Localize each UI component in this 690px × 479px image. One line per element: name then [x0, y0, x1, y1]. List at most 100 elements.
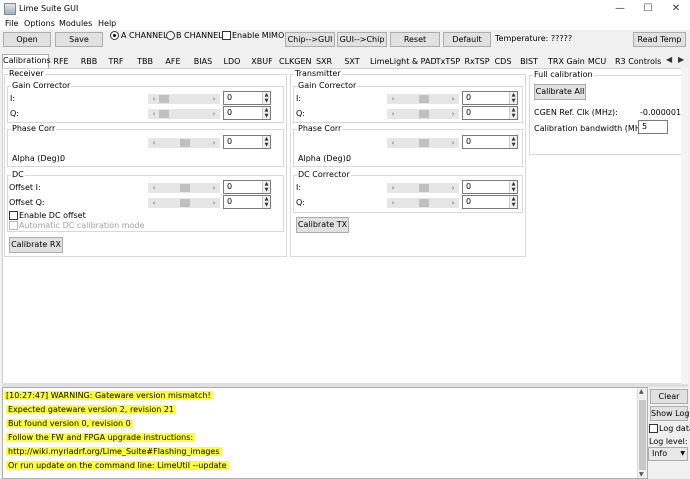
slider-thumb[interactable]	[159, 110, 169, 118]
enable-dc-offset-checkbox[interactable]	[9, 211, 18, 220]
slider-thumb[interactable]	[159, 95, 169, 103]
rx-offset-i-spinbox[interactable]: 0 ▲ ▼	[223, 180, 271, 194]
enable-mimo-checkbox[interactable]	[222, 31, 231, 40]
spin-down-icon[interactable]: ▼	[262, 187, 270, 193]
auto-dc-calibration-checkbox[interactable]	[9, 221, 18, 230]
tab-sxr[interactable]: SXR	[312, 55, 336, 68]
slider-thumb[interactable]	[180, 184, 190, 192]
slider-left-icon[interactable]: ‹	[388, 109, 398, 119]
close-button[interactable]: ✕	[662, 0, 690, 18]
gui-to-chip-button[interactable]: GUI-->Chip	[337, 32, 387, 47]
reset-button[interactable]: Reset	[390, 32, 440, 47]
read-temp-button[interactable]: Read Temp	[633, 32, 686, 47]
show-log-button[interactable]: Show Log	[650, 406, 689, 421]
tx-gain-q-slider[interactable]: ‹ ›	[387, 109, 459, 119]
open-button[interactable]: Open	[3, 32, 51, 47]
slider-thumb[interactable]	[419, 95, 429, 103]
log-level-select[interactable]: Info ▼	[648, 447, 688, 461]
minimize-button[interactable]: —	[606, 0, 634, 18]
slider-left-icon[interactable]: ‹	[388, 183, 398, 193]
maximize-button[interactable]: ☐	[634, 0, 662, 18]
menu-file[interactable]: File	[5, 19, 18, 28]
slider-thumb[interactable]	[419, 184, 429, 192]
spin-down-icon[interactable]: ▼	[509, 202, 517, 208]
slider-right-icon[interactable]: ›	[209, 198, 219, 208]
calibrate-rx-button[interactable]: Calibrate RX	[9, 237, 63, 253]
log-scrollbar-thumb[interactable]	[639, 400, 646, 470]
tx-phase-spinbox[interactable]: 0 ▲ ▼	[462, 135, 518, 149]
a-channel-radio[interactable]	[110, 31, 119, 40]
scroll-up-icon[interactable]: ▲	[639, 388, 644, 395]
splitter-handle[interactable]	[2, 383, 688, 387]
tab-clkgen[interactable]: CLKGEN	[278, 55, 312, 68]
slider-right-icon[interactable]: ›	[448, 109, 458, 119]
slider-right-icon[interactable]: ›	[448, 198, 458, 208]
tx-dc-i-slider[interactable]: ‹ ›	[387, 183, 459, 193]
tx-phase-slider[interactable]: ‹ ›	[387, 138, 459, 148]
menu-help[interactable]: Help	[98, 19, 116, 28]
slider-right-icon[interactable]: ›	[209, 138, 219, 148]
slider-right-icon[interactable]: ›	[209, 183, 219, 193]
tab-calibrations[interactable]: Calibrations	[2, 54, 51, 69]
tab-scroll-left-icon[interactable]: ◀	[666, 55, 672, 64]
menu-options[interactable]: Options	[24, 19, 55, 28]
tab-rxtsp[interactable]: RxTSP	[462, 55, 492, 68]
slider-thumb[interactable]	[180, 139, 190, 147]
panel-scrollbar[interactable]	[681, 68, 688, 384]
tx-gain-i-spinbox[interactable]: 0 ▲ ▼	[462, 91, 518, 105]
rx-gain-q-spinbox[interactable]: 0 ▲ ▼	[223, 106, 271, 120]
tab-r3-controls[interactable]: R3 Controls	[614, 55, 662, 68]
calibrate-all-button[interactable]: Calibrate All	[534, 84, 586, 100]
log-scrollbar[interactable]: ▲ ▼	[637, 388, 647, 478]
tab-bias[interactable]: BIAS	[190, 55, 216, 68]
tab-trf[interactable]: TRF	[105, 55, 127, 68]
tab-xbuf[interactable]: XBUF	[248, 55, 276, 68]
log-data-checkbox[interactable]	[649, 424, 658, 433]
chip-to-gui-button[interactable]: Chip-->GUI	[285, 32, 335, 47]
tab-trx-gain[interactable]: TRX Gain	[547, 55, 585, 68]
tab-scroll-right-icon[interactable]: ▶	[678, 55, 684, 64]
rx-phase-spinbox[interactable]: 0 ▲ ▼	[223, 135, 271, 149]
slider-thumb[interactable]	[419, 110, 429, 118]
scroll-down-icon[interactable]: ▼	[639, 471, 644, 478]
tab-ldo[interactable]: LDO	[220, 55, 244, 68]
slider-right-icon[interactable]: ›	[448, 183, 458, 193]
rx-gain-q-slider[interactable]: ‹ ›	[148, 109, 220, 119]
slider-thumb[interactable]	[419, 139, 429, 147]
slider-left-icon[interactable]: ‹	[388, 94, 398, 104]
tab-rfe[interactable]: RFE	[50, 55, 72, 68]
tx-dc-q-spinbox[interactable]: 0 ▲ ▼	[462, 195, 518, 209]
clear-log-button[interactable]: Clear	[650, 389, 688, 404]
rx-gain-i-slider[interactable]: ‹ ›	[148, 94, 220, 104]
log-panel[interactable]: [10:27:47] WARNING: Gateware version mis…	[2, 387, 648, 479]
slider-left-icon[interactable]: ‹	[388, 138, 398, 148]
slider-left-icon[interactable]: ‹	[149, 183, 159, 193]
spin-down-icon[interactable]: ▼	[509, 187, 517, 193]
spin-down-icon[interactable]: ▼	[509, 142, 517, 148]
tab-afe[interactable]: AFE	[161, 55, 185, 68]
rx-offset-q-spinbox[interactable]: 0 ▲ ▼	[223, 195, 271, 209]
tx-gain-q-spinbox[interactable]: 0 ▲ ▼	[462, 106, 518, 120]
calibration-bandwidth-input[interactable]: 5	[638, 120, 668, 134]
tx-dc-q-slider[interactable]: ‹ ›	[387, 198, 459, 208]
spin-down-icon[interactable]: ▼	[509, 113, 517, 119]
spin-down-icon[interactable]: ▼	[262, 113, 270, 119]
default-button[interactable]: Default	[443, 32, 491, 47]
spin-down-icon[interactable]: ▼	[262, 142, 270, 148]
rx-gain-i-spinbox[interactable]: 0 ▲ ▼	[223, 91, 271, 105]
tab-sxt[interactable]: SXT	[341, 55, 363, 68]
menu-modules[interactable]: Modules	[59, 19, 92, 28]
slider-left-icon[interactable]: ‹	[149, 109, 159, 119]
spin-down-icon[interactable]: ▼	[262, 202, 270, 208]
spin-down-icon[interactable]: ▼	[509, 98, 517, 104]
slider-right-icon[interactable]: ›	[448, 138, 458, 148]
slider-right-icon[interactable]: ›	[448, 94, 458, 104]
slider-left-icon[interactable]: ‹	[149, 198, 159, 208]
slider-left-icon[interactable]: ‹	[149, 94, 159, 104]
calibrate-tx-button[interactable]: Calibrate TX	[296, 217, 349, 233]
rx-phase-slider[interactable]: ‹ ›	[148, 138, 220, 148]
slider-thumb[interactable]	[419, 199, 429, 207]
rx-offset-q-slider[interactable]: ‹ ›	[148, 198, 220, 208]
tx-gain-i-slider[interactable]: ‹ ›	[387, 94, 459, 104]
tab-tbb[interactable]: TBB	[133, 55, 157, 68]
